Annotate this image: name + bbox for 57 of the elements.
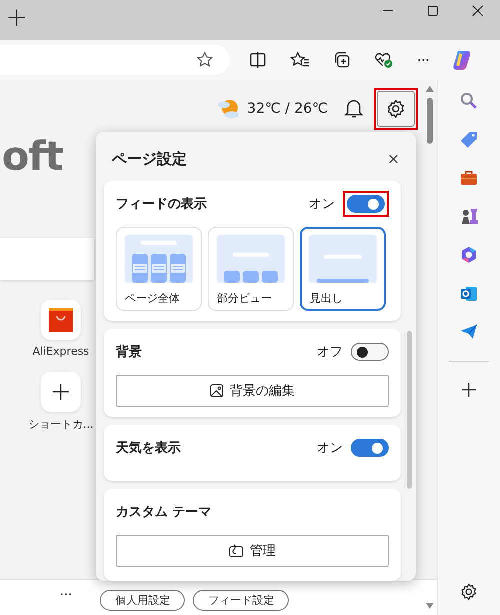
state-text: オン (317, 440, 343, 457)
settings-icon (386, 99, 406, 119)
pill-button[interactable]: フィード設定 (193, 590, 290, 611)
setting-label: 天気を表示 (116, 440, 182, 457)
scroll-down-icon[interactable] (426, 603, 434, 609)
layout-preview-icon (217, 235, 285, 283)
scrollbar-thumb[interactable] (407, 331, 412, 489)
layout-preview-icon (309, 235, 377, 283)
layout-preview-icon (125, 235, 193, 283)
split-screen-icon[interactable] (249, 51, 267, 69)
more-button[interactable]: ··· (417, 50, 430, 70)
scroll-up-icon[interactable] (426, 86, 434, 92)
search-icon[interactable] (460, 92, 478, 110)
heart-check-icon[interactable] (374, 51, 394, 69)
star-icon[interactable] (196, 51, 214, 69)
edit-background-button[interactable]: 背景の編集 (116, 375, 389, 407)
more-button[interactable]: ··· (60, 588, 72, 603)
layout-option[interactable]: ページ全体 (116, 227, 202, 311)
shortcut-tile[interactable] (41, 372, 81, 412)
pill-button[interactable]: 個人用設定 (100, 590, 186, 611)
close-button[interactable]: × (387, 150, 400, 168)
office-icon[interactable] (460, 246, 478, 264)
toolbox-icon[interactable] (460, 170, 478, 186)
plus-icon[interactable] (462, 383, 476, 397)
logo-text: oft (2, 134, 64, 182)
setting-label: フィードの表示 (116, 196, 208, 213)
settings-icon[interactable] (460, 583, 478, 601)
shortcut-label: AliExpress (32, 345, 90, 358)
weather-icon (217, 98, 242, 120)
tag-icon[interactable] (460, 131, 478, 149)
chess-pieces-icon[interactable] (460, 207, 478, 225)
state-text: オフ (317, 344, 343, 361)
maximize-icon[interactable] (427, 5, 439, 17)
collections-icon[interactable] (333, 51, 351, 69)
temperature-text[interactable]: 32℃ / 26℃ (247, 101, 328, 117)
shopping-bag-icon (49, 308, 73, 332)
toggle-switch[interactable] (347, 195, 385, 213)
toggle-switch[interactable] (351, 343, 389, 361)
layout-option[interactable]: 部分ビュー (208, 227, 294, 311)
setting-label: 背景 (116, 344, 143, 361)
paper-plane-icon[interactable] (460, 324, 478, 340)
bell-icon[interactable] (344, 98, 364, 120)
plus-icon (53, 384, 69, 400)
scrollbar-thumb[interactable] (427, 98, 433, 144)
new-tab-button[interactable]: + (6, 5, 28, 31)
manage-button[interactable]: 管理 (116, 535, 389, 567)
favorites-icon[interactable] (290, 51, 310, 69)
shortcut-tile[interactable] (41, 300, 81, 340)
toggle-switch[interactable] (351, 439, 389, 457)
panel-title: ページ設定 (112, 150, 187, 168)
close-icon[interactable] (472, 5, 484, 17)
outlook-icon[interactable] (460, 285, 478, 303)
image-icon (210, 384, 224, 398)
layout-option[interactable]: 見出し (300, 227, 386, 311)
shortcut-label: ショートカ... (28, 417, 94, 432)
state-text: オン (309, 196, 335, 213)
setting-label: カスタム テーマ (116, 504, 213, 521)
